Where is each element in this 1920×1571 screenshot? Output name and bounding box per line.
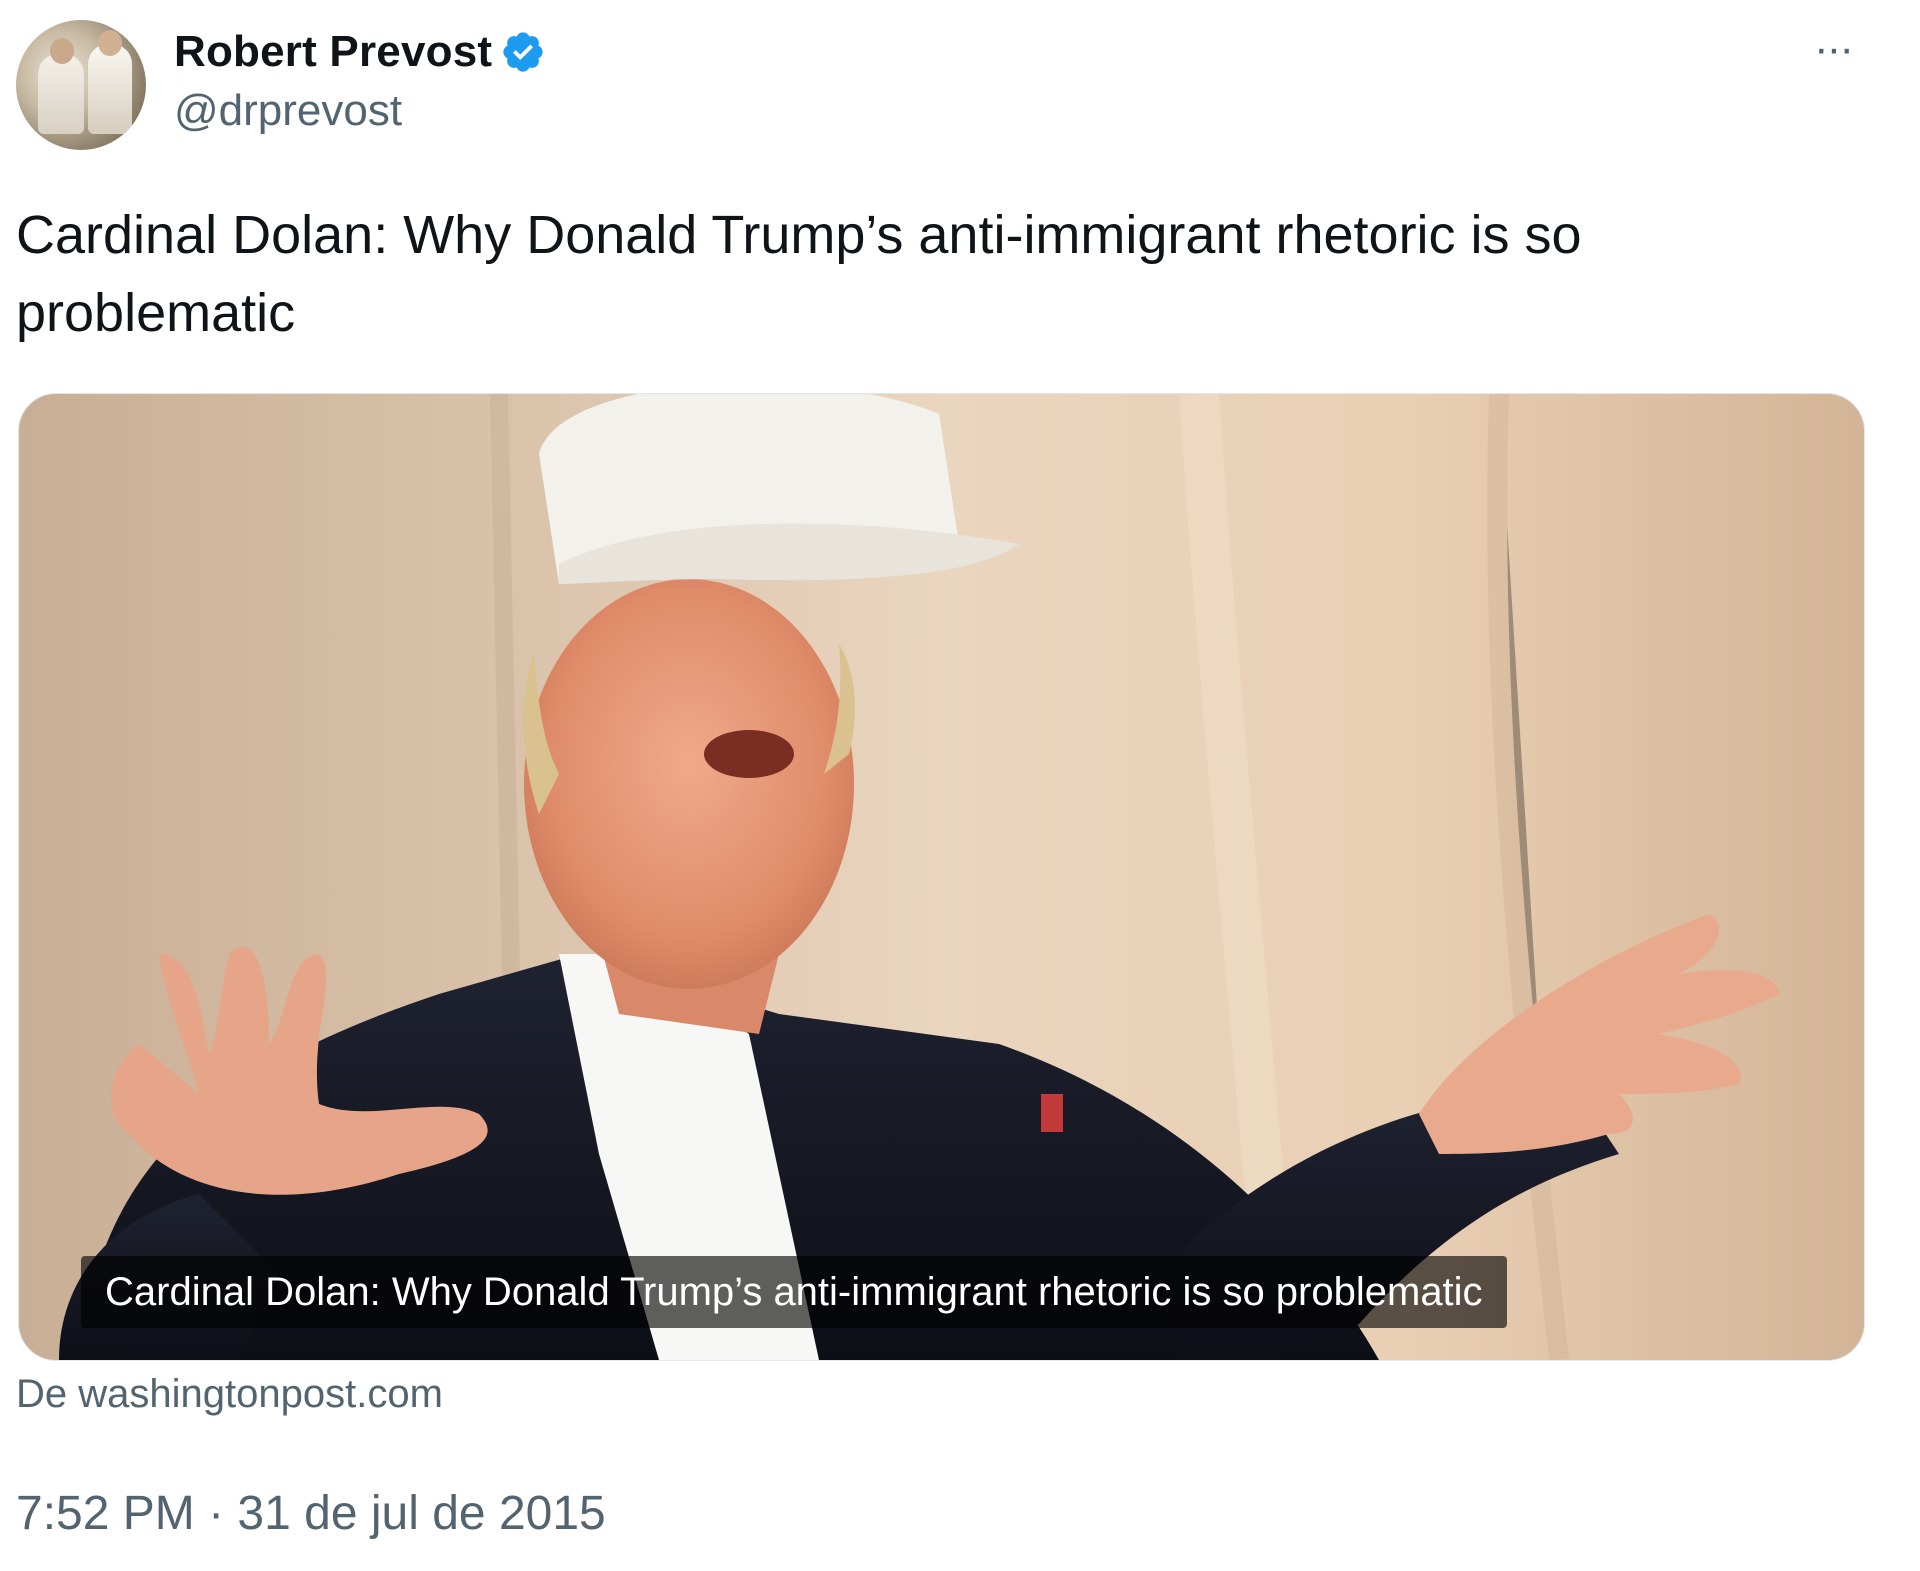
avatar-head-right [98, 30, 122, 56]
author-name-row: Robert Prevost [174, 22, 546, 82]
author-handle[interactable]: @drprevost [174, 86, 402, 136]
tweet-text: Cardinal Dolan: Why Donald Trump’s anti-… [16, 205, 1582, 343]
tweet: Robert Prevost @drprevost ··· Cardinal D… [0, 0, 1920, 1571]
avatar-head-left [50, 38, 74, 64]
link-preview-card[interactable]: Cardinal Dolan: Why Donald Trump’s anti-… [18, 393, 1865, 1361]
article-photo [19, 394, 1864, 1360]
verified-badge-icon[interactable] [500, 29, 546, 75]
tweet-timestamp[interactable]: 7:52 PM · 31 de jul de 2015 [16, 1486, 606, 1541]
author-avatar[interactable] [16, 20, 146, 150]
avatar-figure-left [38, 54, 84, 134]
author-name[interactable]: Robert Prevost [174, 27, 492, 77]
avatar-figure-right [88, 44, 132, 134]
more-options-icon[interactable]: ··· [1805, 24, 1861, 73]
link-source[interactable]: De washingtonpost.com [16, 1372, 443, 1417]
link-card-title: Cardinal Dolan: Why Donald Trump’s anti-… [81, 1256, 1507, 1328]
